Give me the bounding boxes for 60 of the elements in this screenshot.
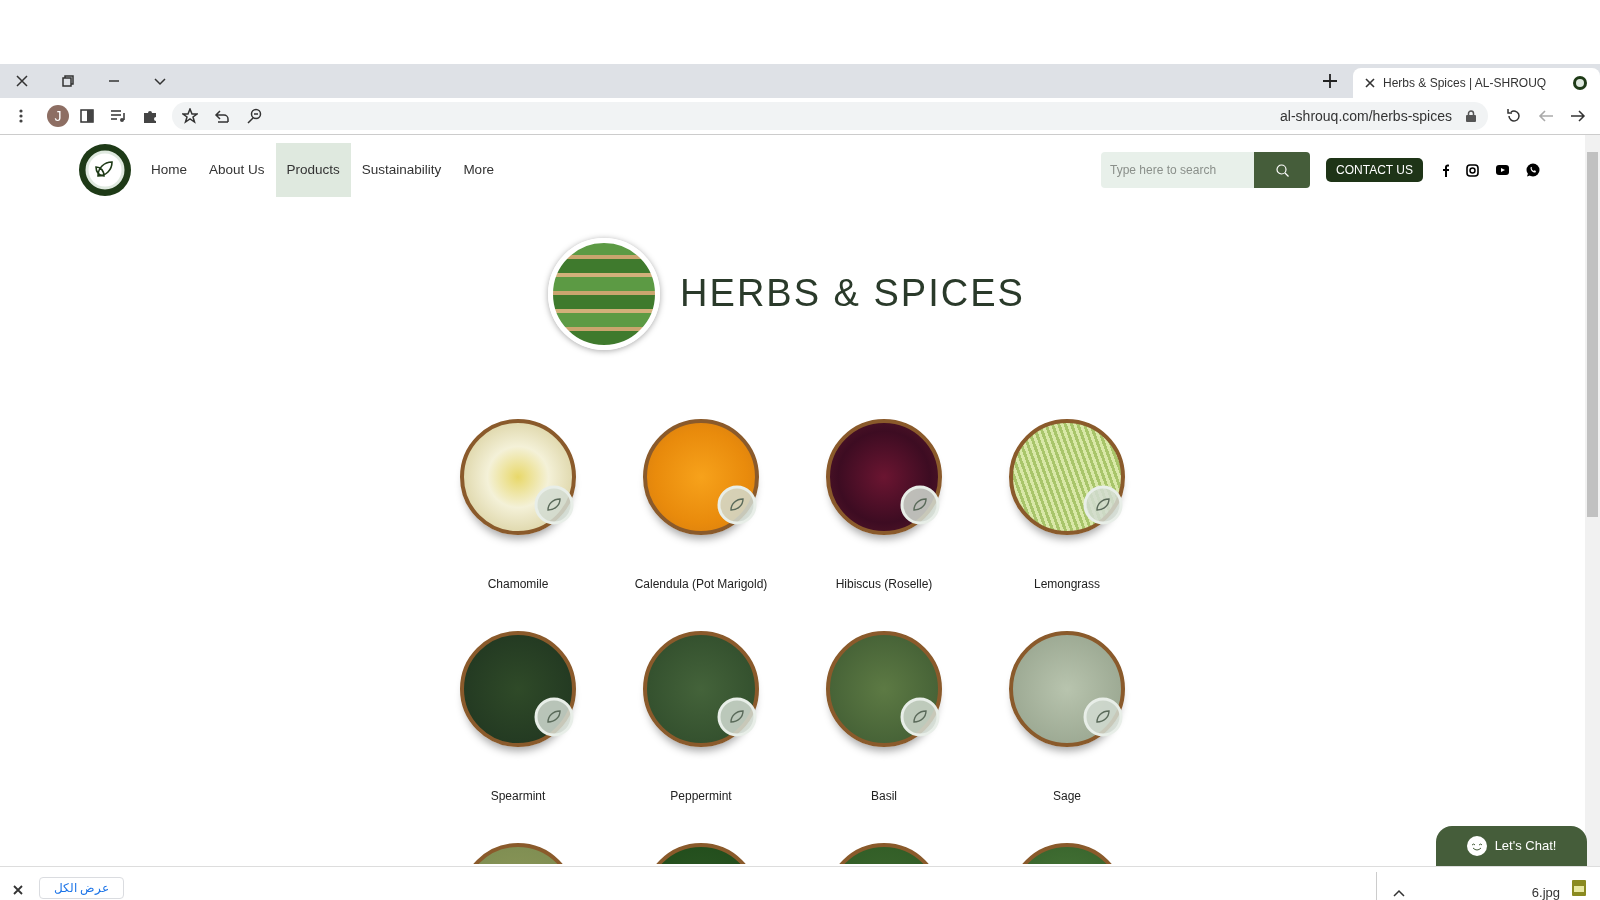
star-icon[interactable] [182,108,198,124]
facebook-icon[interactable] [1442,163,1449,177]
stamp-icon [1083,485,1123,525]
chevron-up-icon[interactable] [1392,889,1405,897]
search-icon [1275,163,1289,177]
instagram-icon[interactable] [1466,163,1479,177]
product-name[interactable]: Basil [871,787,897,805]
puzzle-icon[interactable] [142,108,158,124]
chat-button[interactable]: Let's Chat! [1436,826,1587,866]
profile-avatar[interactable]: J [47,105,69,127]
browser-tab[interactable]: Herbs & Spices | AL-SHROUQ [1353,68,1600,98]
stamp-icon [534,485,574,525]
nav-link[interactable]: Products [275,143,351,197]
lock-icon [1466,110,1476,122]
new-tab-icon[interactable] [1323,74,1337,88]
close-icon[interactable] [16,75,28,87]
close-icon[interactable] [13,885,23,895]
forward-arrow-icon[interactable] [1570,109,1586,123]
menu-icon[interactable] [19,109,23,123]
stamp-icon [900,485,940,525]
download-file-name[interactable]: 6.jpg [1531,883,1560,900]
address-bar[interactable]: al-shrouq.com/herbs-spices [172,102,1488,130]
youtube-icon[interactable] [1496,165,1509,175]
product-name[interactable]: Spearmint [490,787,546,805]
contact-button[interactable]: CONTACT US [1326,158,1423,182]
stamp-icon [717,697,757,737]
tab-title: Herbs & Spices | AL-SHROUQ [1383,75,1547,92]
stamp-icon [534,697,574,737]
share-icon[interactable] [214,108,230,124]
zoom-icon[interactable] [246,108,262,124]
product-name[interactable]: Calendula (Pot Marigold) [634,575,768,593]
stamp-icon [900,697,940,737]
logo-icon [1572,75,1588,91]
product-name[interactable]: Lemongrass [1033,575,1100,593]
smiley-icon [1466,836,1487,856]
stamp-icon [717,485,757,525]
nav-link[interactable]: Home [140,143,198,197]
nav-link[interactable]: More [452,143,506,197]
search-field[interactable]: Type here to search [1101,152,1254,188]
side-panel-icon[interactable] [80,109,94,123]
product-name[interactable]: Hibiscus (Roselle) [835,575,933,593]
close-icon[interactable] [1365,78,1375,88]
url-text[interactable]: al-shrouq.com/herbs-spices [1280,105,1452,127]
product-name[interactable]: Peppermint [670,787,732,805]
nav-link[interactable]: Sustainability [350,143,453,197]
reload-icon[interactable] [1506,108,1522,124]
logo-icon[interactable] [78,143,132,197]
stamp-icon [1083,697,1123,737]
search-button[interactable] [1254,152,1310,188]
whatsapp-icon[interactable] [1526,163,1540,177]
page-title: HERBS & SPICES [680,271,1025,317]
media-icon[interactable] [110,109,126,123]
product-name[interactable]: Chamomile [487,575,549,593]
nav-link[interactable]: About Us [198,143,276,197]
chevron-down-icon[interactable] [154,75,166,87]
product-name[interactable]: Sage [1053,787,1081,805]
image-file-icon [1572,880,1586,896]
restore-icon[interactable] [62,75,74,87]
scrollbar[interactable] [1585,135,1600,866]
show-all-button[interactable]: عرض الكل [39,877,125,899]
